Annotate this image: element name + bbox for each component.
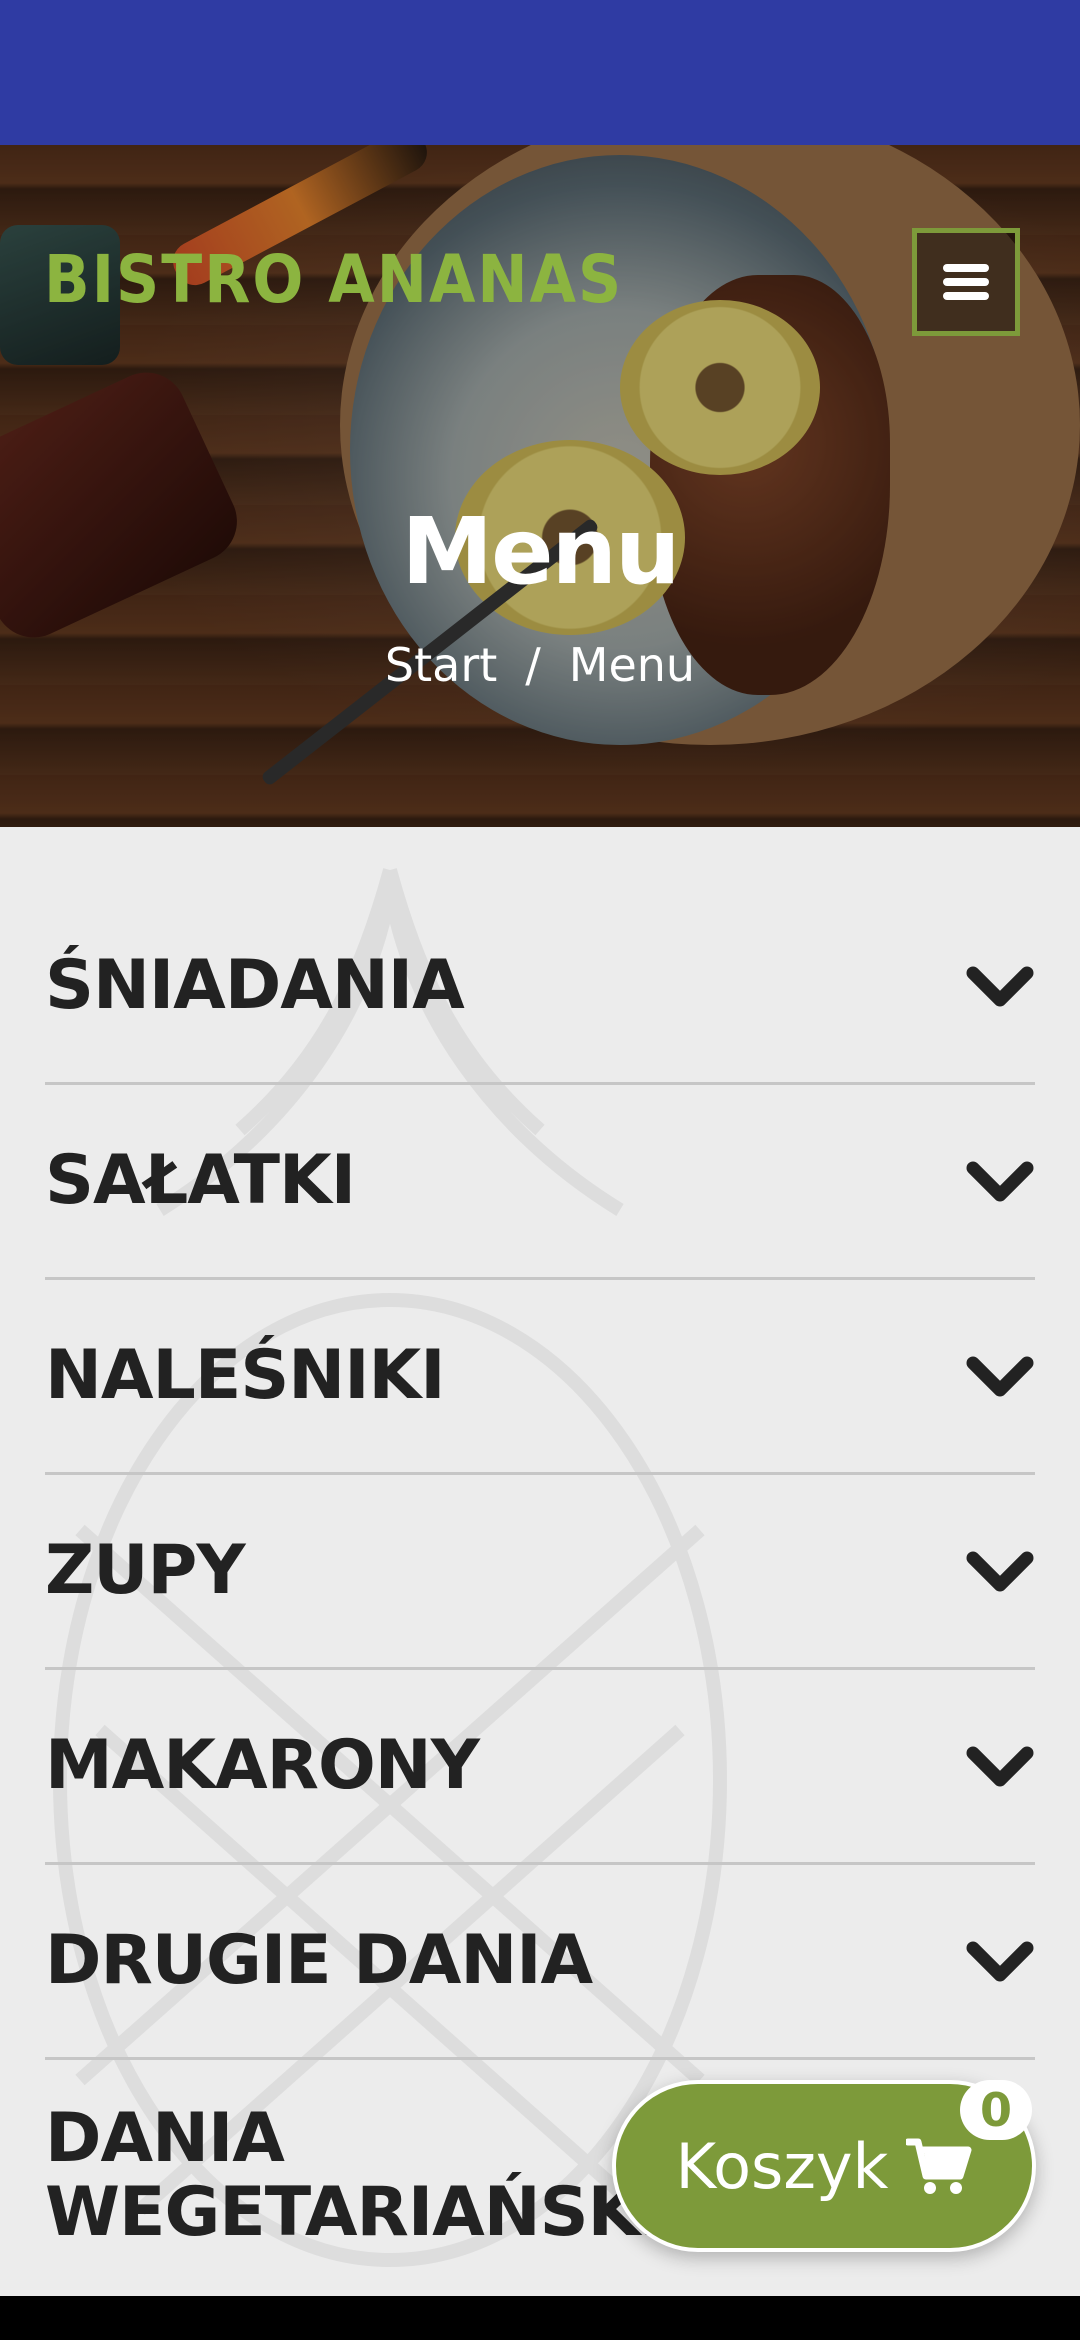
chevron-down-icon — [966, 966, 1034, 1007]
category-label: DRUGIE DANIA — [45, 1921, 593, 2000]
chevron-down-icon — [966, 1551, 1034, 1592]
system-nav-bar — [0, 2296, 1080, 2340]
chevron-down-icon — [966, 1941, 1034, 1982]
category-label: ZUPY — [45, 1531, 246, 1610]
category-label: SAŁATKI — [45, 1141, 356, 1220]
breadcrumb-separator: / — [525, 638, 541, 692]
category-label: ŚNIADANIA — [45, 946, 465, 1025]
breadcrumb-home-link[interactable]: Start — [385, 638, 497, 692]
menu-category-list: ŚNIADANIA SAŁATKI NALEŚNIKI ZUPY MAKARON… — [45, 890, 1035, 2250]
category-salatki[interactable]: SAŁATKI — [45, 1085, 1035, 1280]
chevron-down-icon — [966, 1161, 1034, 1202]
category-label: MAKARONY — [45, 1726, 480, 1805]
category-drugie-dania[interactable]: DRUGIE DANIA — [45, 1865, 1035, 2060]
hamburger-icon — [943, 258, 989, 306]
cart-label: Koszyk — [675, 2129, 889, 2203]
category-label: NALEŚNIKI — [45, 1336, 445, 1415]
pineapple-slice — [620, 300, 820, 475]
category-sniadania[interactable]: ŚNIADANIA — [45, 890, 1035, 1085]
category-makarony[interactable]: MAKARONY — [45, 1670, 1035, 1865]
menu-toggle-button[interactable] — [912, 228, 1020, 336]
category-nalesniki[interactable]: NALEŚNIKI — [45, 1280, 1035, 1475]
site-logo[interactable]: BISTRO ANANAS — [44, 242, 623, 319]
chevron-down-icon — [966, 1356, 1034, 1397]
breadcrumb: Start / Menu — [0, 638, 1080, 692]
breadcrumb-current: Menu — [568, 638, 696, 692]
cart-count-badge: 0 — [960, 2080, 1032, 2140]
status-bar — [0, 0, 1080, 145]
chevron-down-icon — [966, 1746, 1034, 1787]
cart-icon — [906, 2138, 972, 2194]
page-title: Menu — [401, 498, 681, 605]
meat-image — [650, 275, 890, 695]
category-zupy[interactable]: ZUPY — [45, 1475, 1035, 1670]
